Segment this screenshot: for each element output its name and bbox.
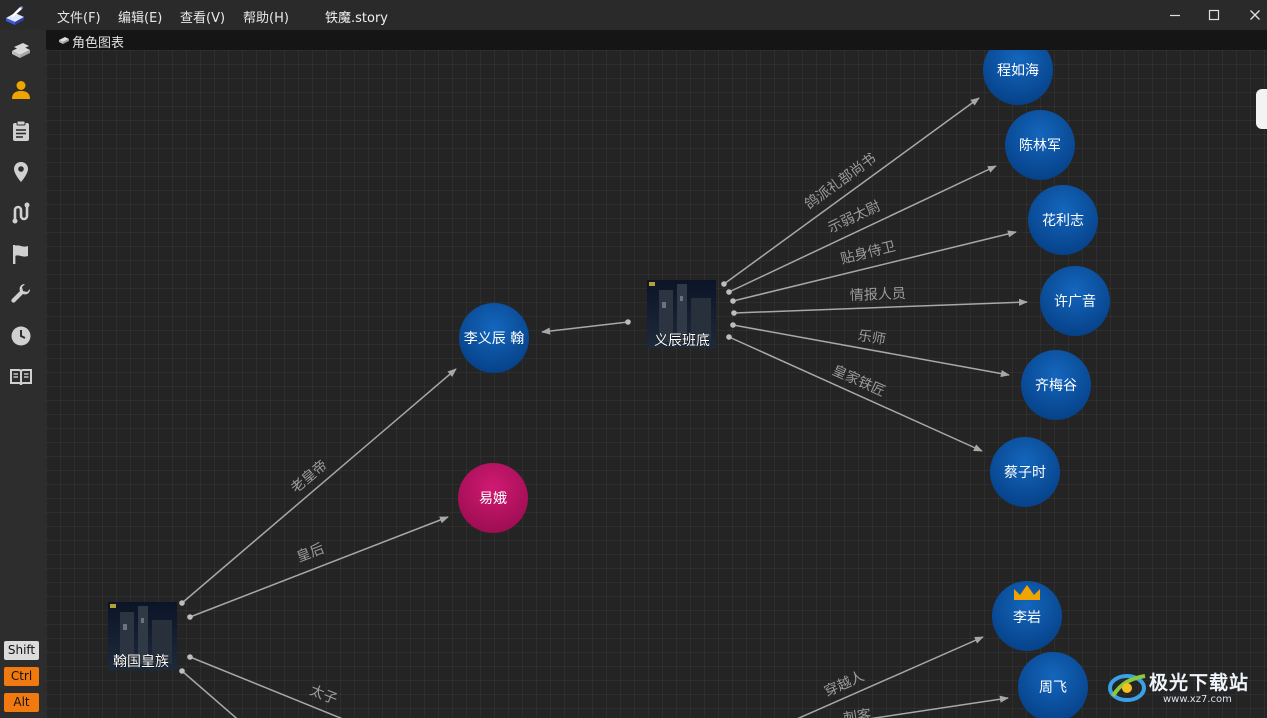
character-label: 许广音 [1054, 293, 1096, 310]
character-label: 陈林军 [1019, 137, 1061, 154]
character-label: 齐梅谷 [1035, 378, 1077, 394]
edge-hanguo-taizi[interactable] [189, 656, 370, 718]
edge-start-dot [721, 281, 727, 287]
route-icon[interactable] [9, 201, 33, 225]
edge-start-dot [187, 614, 193, 620]
edge-yichen-chenlinjun[interactable] [728, 165, 997, 293]
character-label: 周飞 [1039, 680, 1067, 696]
group-label: 义辰班底 [654, 333, 710, 349]
menu-edit[interactable]: 编辑(E) [118, 7, 162, 26]
tab-bar: 角色图表 [46, 30, 1267, 51]
character-node-xuguangyin[interactable]: 许广音 [1040, 266, 1110, 336]
relationship-graph[interactable]: 老皇帝 皇后 太子 鸽派礼部尚书 示弱太尉 贴身侍卫 情报人员 乐师 皇家铁匠 … [46, 50, 1267, 718]
group-node-yichen[interactable]: 义辰班底 [647, 280, 716, 349]
ctrl-key-indicator: Ctrl [4, 667, 39, 686]
edge-start-dot [179, 600, 185, 606]
character-node-zhoufei[interactable]: 周飞 [1018, 652, 1088, 718]
edge-yichen-liyichen[interactable] [541, 321, 629, 335]
app-logo-icon [6, 6, 24, 25]
sidebar: Shift Ctrl Alt [0, 30, 46, 718]
watermark-text: 极光下载站 [1149, 672, 1250, 694]
edge-start-dot [730, 298, 736, 304]
edge-hanguo-yie[interactable] [189, 516, 449, 618]
edge-label: 皇家铁匠 [830, 362, 888, 400]
watermark: 极光下载站 www.xz7.com [1105, 664, 1265, 710]
edge-start-dot [726, 334, 732, 340]
watermark-url: www.xz7.com [1163, 694, 1232, 705]
edge-label: 乐师 [857, 328, 887, 349]
shift-key-indicator: Shift [4, 641, 39, 660]
edge-start-dot [179, 668, 185, 674]
books-icon[interactable] [9, 38, 33, 62]
edge-hanguo-offscreen[interactable] [181, 670, 250, 718]
edge-start-dot [187, 654, 193, 660]
relationship-edges [179, 97, 1028, 718]
edge-label: 穿越人 [822, 668, 867, 700]
character-node-yie[interactable]: 易娥 [458, 463, 528, 533]
watermark-logo-icon [1108, 674, 1146, 702]
minimize-icon[interactable] [1163, 3, 1187, 27]
character-node-liyichen[interactable]: 李义辰 翰 [459, 303, 529, 373]
wrench-icon[interactable] [9, 283, 33, 307]
edge-label: 刺客 [842, 706, 872, 718]
character-node-chenlinjun[interactable]: 陈林军 [1005, 110, 1075, 180]
character-node-caizishi[interactable]: 蔡子时 [990, 437, 1060, 507]
edge-label: 太子 [308, 683, 340, 708]
character-label: 李岩 [1013, 610, 1041, 626]
character-label: 李义辰 翰 [464, 331, 524, 347]
character-node-chengruhai[interactable]: 程如海 [983, 50, 1053, 105]
alt-key-indicator: Alt [4, 693, 39, 712]
group-node-hanguo[interactable]: 翰国皇族 [108, 602, 177, 670]
app-window: 文件(F) 编辑(E) 查看(V) 帮助(H) 铁魔.story Shift C… [0, 0, 1267, 718]
character-label: 易娥 [479, 491, 507, 507]
title-bar: 文件(F) 编辑(E) 查看(V) 帮助(H) 铁魔.story [0, 0, 1267, 30]
edge-start-dot [730, 322, 736, 328]
edge-start-dot [625, 319, 631, 325]
side-panel-handle[interactable] [1256, 89, 1267, 129]
edge-yichen-xuguangyin[interactable] [733, 298, 1028, 314]
character-label: 花利志 [1042, 213, 1084, 229]
character-graph-canvas[interactable]: 老皇帝 皇后 太子 鸽派礼部尚书 示弱太尉 贴身侍卫 情报人员 乐师 皇家铁匠 … [46, 50, 1267, 718]
edge-label: 情报人员 [850, 286, 907, 304]
maximize-icon[interactable] [1202, 3, 1226, 27]
book-icon [59, 37, 69, 44]
edge-start-dot [731, 310, 737, 316]
group-label: 翰国皇族 [113, 654, 169, 670]
edge-start-dot [726, 289, 732, 295]
character-label: 程如海 [997, 63, 1039, 79]
character-label: 蔡子时 [1004, 465, 1046, 481]
flag-icon[interactable] [9, 242, 33, 266]
location-pin-icon[interactable] [9, 160, 33, 184]
document-title: 铁魔.story [325, 11, 388, 26]
edge-yichen-caizishi[interactable] [728, 336, 983, 452]
menu-view[interactable]: 查看(V) [180, 7, 225, 26]
tab-character-chart[interactable]: 角色图表 [72, 32, 124, 51]
clock-icon[interactable] [9, 324, 33, 348]
person-icon[interactable] [9, 78, 33, 102]
character-node-hualizhi[interactable]: 花利志 [1028, 185, 1098, 255]
menu-help[interactable]: 帮助(H) [243, 7, 289, 26]
clipboard-icon[interactable] [9, 119, 33, 143]
character-node-qimeigu[interactable]: 齐梅谷 [1021, 350, 1091, 420]
menu-file[interactable]: 文件(F) [57, 7, 101, 26]
character-node-liyan[interactable]: 李岩 [992, 581, 1062, 651]
edge-label: 老皇帝 [288, 457, 330, 496]
edge-label: 皇后 [295, 541, 327, 566]
edge-hanguo-liyichen[interactable] [181, 368, 457, 604]
open-book-icon[interactable] [9, 365, 33, 389]
close-icon[interactable] [1243, 3, 1267, 27]
